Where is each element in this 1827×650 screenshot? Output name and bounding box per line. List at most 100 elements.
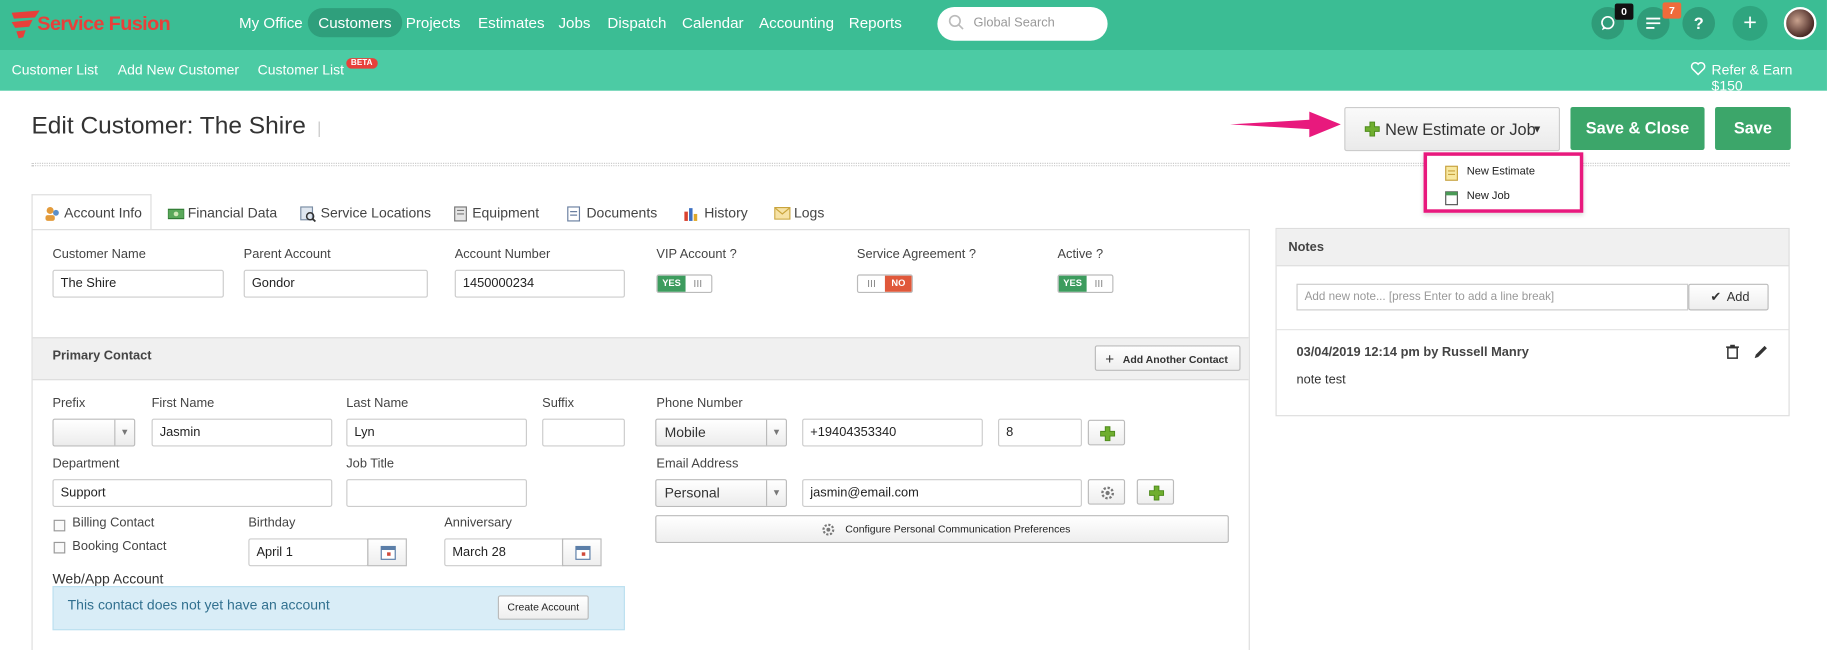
first-name-label: First Name: [151, 396, 215, 411]
save-button[interactable]: Save: [1715, 106, 1791, 151]
nav-reports[interactable]: Reports: [849, 14, 902, 31]
nav-my-office[interactable]: My Office: [239, 14, 303, 31]
add-note-button[interactable]: ✔ Add: [1688, 283, 1769, 311]
menu-item-new-estimate[interactable]: New Estimate: [1445, 164, 1573, 183]
page-title: Edit Customer: The Shire: [31, 112, 306, 140]
refer-earn-link[interactable]: Refer & Earn $150: [1712, 62, 1827, 95]
tab-logs[interactable]: Logs: [794, 195, 824, 230]
add-email-button[interactable]: [1136, 479, 1175, 505]
first-name-input[interactable]: Jasmin: [151, 418, 333, 447]
nav-projects[interactable]: Projects: [406, 14, 461, 31]
billing-contact-checkbox[interactable]: [53, 519, 66, 532]
active-toggle[interactable]: YES III: [1057, 274, 1114, 294]
tab-service-locations[interactable]: Service Locations: [321, 195, 431, 230]
add-button[interactable]: +: [1732, 5, 1768, 41]
suffix-input[interactable]: [542, 418, 625, 447]
beta-badge: BETA: [346, 58, 378, 69]
booking-contact-checkbox[interactable]: [53, 541, 66, 554]
no-account-message: This contact does not yet have an accoun…: [67, 596, 330, 613]
save-close-button[interactable]: Save & Close: [1570, 106, 1705, 151]
nav-accounting[interactable]: Accounting: [759, 14, 834, 31]
subnav-customer-list[interactable]: Customer List: [12, 62, 98, 78]
prefix-select[interactable]: ▼: [52, 418, 136, 447]
email-type-select[interactable]: Personal ▼: [655, 479, 787, 507]
notes-panel: Notes Add new note... [press Enter to ad…: [1275, 227, 1790, 417]
edit-pencil-icon[interactable]: [1754, 344, 1769, 363]
tab-financial-data[interactable]: Financial Data: [188, 195, 277, 230]
job-title-input[interactable]: [346, 479, 527, 507]
avatar[interactable]: [1783, 6, 1817, 40]
email-address-label: Email Address: [656, 456, 739, 471]
history-icon: [683, 195, 699, 230]
heart-icon: [1690, 62, 1706, 79]
new-estimate-job-button[interactable]: New Estimate or Job ▼: [1344, 106, 1560, 152]
primary-contact-header: [32, 337, 1249, 381]
create-account-button[interactable]: Create Account: [497, 595, 589, 620]
last-name-label: Last Name: [346, 396, 409, 411]
toggle-no: NO: [884, 275, 912, 292]
job-title-label: Job Title: [346, 456, 395, 471]
phone-number-input[interactable]: +19404353340: [802, 418, 983, 447]
nav-calendar[interactable]: Calendar: [682, 14, 744, 31]
service-agreement-toggle[interactable]: III NO: [856, 274, 913, 294]
brand-name: Service Fusion: [37, 12, 171, 35]
subnav-customer-list-beta[interactable]: Customer List: [258, 62, 344, 78]
email-settings-button[interactable]: [1087, 479, 1126, 505]
customer-name-label: Customer Name: [52, 247, 146, 262]
customer-name-input[interactable]: The Shire: [52, 269, 224, 298]
add-another-contact-button[interactable]: + Add Another Contact: [1094, 345, 1241, 371]
nav-estimates[interactable]: Estimates: [478, 14, 545, 31]
nav-customers[interactable]: Customers: [307, 8, 403, 38]
add-phone-button[interactable]: [1087, 419, 1126, 446]
top-navbar: Service Fusion My Office Customers Project…: [0, 0, 1827, 51]
birthday-label: Birthday: [248, 516, 296, 531]
new-note-input[interactable]: Add new note... [press Enter to add a li…: [1296, 283, 1689, 311]
chat-badge: 0: [1614, 3, 1634, 20]
annotation-arrow-icon: [1230, 107, 1342, 145]
active-label: Active ?: [1057, 247, 1104, 262]
search-input[interactable]: Global Search: [974, 16, 1055, 30]
web-app-account-notice: This contact does not yet have an accoun…: [52, 586, 625, 631]
anniversary-calendar-button[interactable]: [561, 538, 602, 567]
add-note-label: Add: [1726, 290, 1750, 305]
account-number-input[interactable]: 1450000234: [454, 269, 625, 298]
department-input[interactable]: Support: [52, 479, 333, 507]
estimate-doc-icon: [1445, 165, 1459, 185]
email-type-value: Personal: [664, 484, 720, 502]
chat-icon: [1601, 16, 1615, 31]
help-button[interactable]: ?: [1682, 6, 1716, 40]
trash-icon[interactable]: [1726, 344, 1740, 363]
tab-documents[interactable]: Documents: [586, 195, 657, 230]
last-name-input[interactable]: Lyn: [346, 418, 527, 447]
vip-account-toggle[interactable]: YES III: [656, 274, 713, 294]
subnav-add-new-customer[interactable]: Add New Customer: [118, 62, 239, 78]
anniversary-input[interactable]: March 28: [444, 538, 565, 567]
email-input[interactable]: jasmin@email.com: [802, 479, 1082, 507]
toggle-yes: YES: [1058, 275, 1087, 292]
parent-account-input[interactable]: Gondor: [243, 269, 428, 298]
toggle-grip: III: [1094, 277, 1104, 290]
phone-number-label: Phone Number: [656, 396, 743, 411]
help-icon: ?: [1693, 13, 1704, 33]
global-search[interactable]: Global Search: [937, 6, 1108, 41]
nav-dispatch[interactable]: Dispatch: [607, 14, 666, 31]
toggle-yes: YES: [657, 275, 686, 292]
birthday-calendar-button[interactable]: [367, 538, 407, 567]
tab-history[interactable]: History: [704, 195, 748, 230]
plus-green-icon: [1149, 485, 1165, 501]
birthday-input[interactable]: April 1: [248, 538, 369, 567]
prefix-label: Prefix: [52, 396, 86, 411]
menu-item-new-job[interactable]: New Job: [1445, 188, 1573, 207]
tab-equipment[interactable]: Equipment: [472, 195, 539, 230]
new-estimate-job-menu: New Estimate New Job: [1423, 152, 1584, 213]
phone-extension-input[interactable]: 8: [998, 418, 1082, 447]
configure-communication-label: Configure Personal Communication Prefere…: [845, 523, 1071, 535]
tab-account-info-label: Account Info: [64, 204, 142, 221]
nav-jobs[interactable]: Jobs: [558, 14, 590, 31]
configure-communication-button[interactable]: Configure Personal Communication Prefere…: [655, 515, 1229, 544]
phone-type-select[interactable]: Mobile ▼: [655, 418, 787, 447]
menu-new-job-label: New Job: [1466, 189, 1510, 203]
note-text: note test: [1296, 373, 1346, 388]
calendar-icon: [1445, 190, 1459, 210]
calendar-icon: [575, 545, 591, 560]
